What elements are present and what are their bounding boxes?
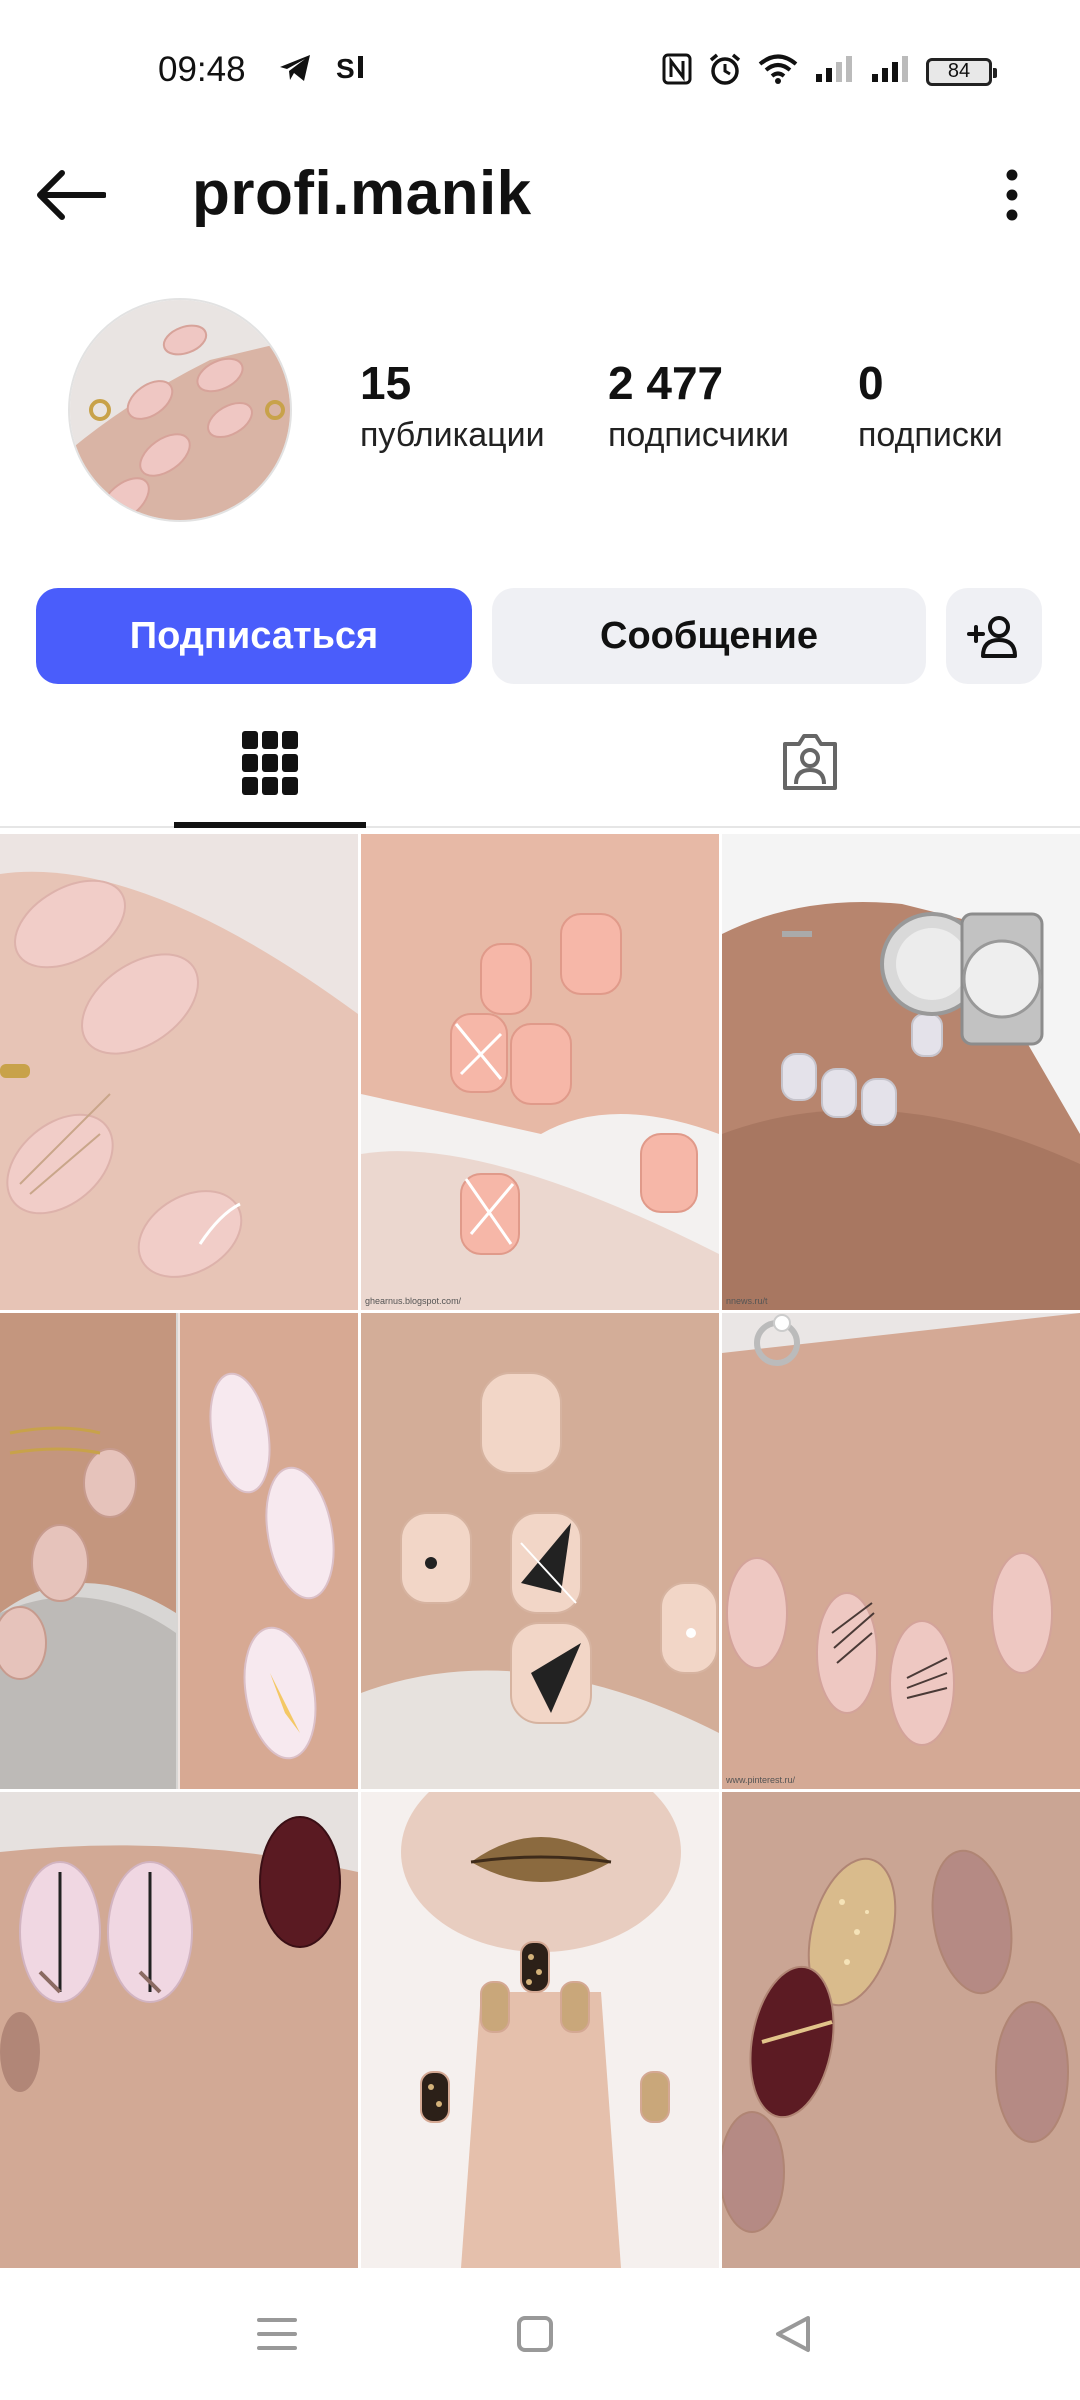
post-thumbnail[interactable] — [361, 1792, 719, 2268]
post-thumbnail[interactable] — [361, 1313, 719, 1789]
post-caption: www.pinterest.ru/ — [725, 1775, 796, 1785]
recent-apps-button[interactable] — [232, 2298, 322, 2370]
svg-text:S: S — [336, 53, 355, 84]
tab-tagged[interactable] — [540, 700, 1080, 826]
home-square-icon — [517, 2316, 553, 2352]
stat-label: подписки — [858, 416, 1003, 454]
battery-icon: 84 — [926, 57, 997, 86]
more-options-button[interactable] — [982, 160, 1042, 230]
add-user-button[interactable] — [946, 588, 1042, 684]
home-button[interactable] — [490, 2298, 580, 2370]
sim-icon: S — [336, 52, 372, 89]
more-vertical-icon — [1006, 169, 1018, 221]
follow-button[interactable]: Подписаться — [36, 588, 472, 684]
post-thumbnail[interactable]: www.pinterest.ru/ — [722, 1313, 1080, 1789]
tab-indicator — [174, 822, 366, 828]
status-bar: 09:48 S 84 — [0, 0, 1080, 140]
profile-tabs — [0, 700, 1080, 828]
post-thumbnail[interactable] — [722, 1792, 1080, 2268]
stat-label: публикации — [360, 416, 545, 454]
telegram-icon — [278, 53, 312, 88]
grid-icon — [242, 731, 298, 795]
tab-posts-grid[interactable] — [0, 700, 540, 826]
signal-icon — [870, 54, 910, 89]
stat-followers[interactable]: 2 477 подписчики — [608, 356, 789, 455]
post-thumbnail[interactable]: ghearnus.blogspot.com/ — [361, 834, 719, 1310]
profile-header: profi.manik — [0, 140, 1080, 250]
stat-value: 15 — [360, 357, 412, 409]
back-navigation-button[interactable] — [748, 2298, 838, 2370]
post-thumbnail[interactable] — [0, 1313, 358, 1789]
post-caption: nnews.ru/t — [726, 1296, 768, 1306]
page-title: profi.manik — [192, 159, 532, 228]
post-thumbnail[interactable] — [0, 834, 358, 1310]
avatar[interactable] — [68, 298, 292, 522]
post-thumbnail[interactable]: nnews.ru/t — [722, 834, 1080, 1310]
alarm-icon — [708, 52, 742, 91]
stat-value: 0 — [858, 357, 884, 409]
posts-grid: ghearnus.blogspot.com/ nnews.ru/t www.pi… — [0, 834, 1080, 2268]
post-caption: ghearnus.blogspot.com/ — [365, 1296, 462, 1306]
nfc-icon — [662, 53, 692, 90]
stat-label: подписчики — [608, 416, 790, 454]
arrow-left-icon — [37, 170, 106, 220]
system-navigation-bar — [0, 2268, 1080, 2400]
add-user-icon — [967, 616, 1017, 658]
wifi-icon — [758, 53, 798, 90]
stat-value: 2 477 — [608, 357, 724, 409]
stat-posts[interactable]: 15 публикации — [360, 356, 545, 455]
menu-icon — [257, 2318, 297, 2350]
stat-following[interactable]: 0 подписки — [858, 356, 1003, 455]
post-thumbnail[interactable] — [0, 1792, 358, 2268]
back-button[interactable] — [30, 160, 110, 230]
back-triangle-icon — [776, 2316, 810, 2352]
status-time: 09:48 — [158, 50, 246, 89]
signal-icon — [814, 54, 854, 89]
tagged-person-icon — [783, 734, 837, 790]
message-button[interactable]: Сообщение — [492, 588, 926, 684]
